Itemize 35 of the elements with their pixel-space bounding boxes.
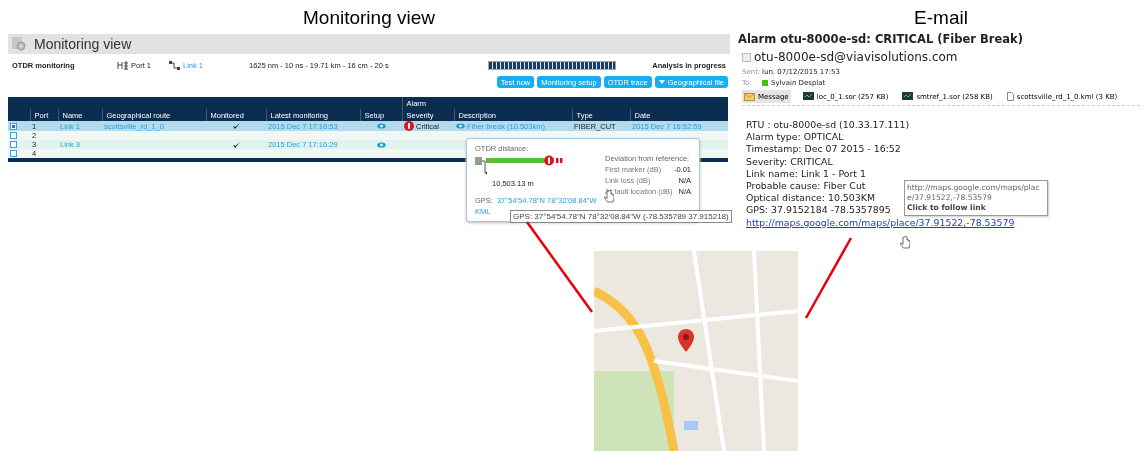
- monitor-icon: [802, 92, 814, 101]
- row-checkbox[interactable]: [10, 132, 17, 139]
- body-line: Probable cause: Fiber Cut: [746, 180, 866, 193]
- sender-address: otu-8000e-sd@viavisolutions.com: [754, 50, 958, 64]
- body-line: Optical distance: 10.503KM: [746, 192, 875, 205]
- body-line: Severity: CRITICAL: [746, 155, 833, 168]
- row-checkbox[interactable]: [10, 141, 17, 148]
- body-line: Alarm type: OPTICAL: [746, 131, 844, 144]
- section-heading: E-mail: [913, 6, 969, 30]
- presence-icon: [762, 79, 768, 86]
- eye-icon[interactable]: [376, 141, 386, 148]
- monitor-icon: [902, 92, 914, 101]
- tooltip: GPS: 37°54'54.78"N 78°32'08.84"W (-78.535789 37.915218): [510, 210, 732, 223]
- eye-icon[interactable]: [376, 123, 386, 129]
- section-heading: Monitoring view: [302, 6, 436, 30]
- hand-cursor-icon: [900, 236, 910, 249]
- map-link[interactable]: http://maps.google.com/maps/place/37.91522,-78.53579: [746, 216, 1015, 228]
- gear-icon: [12, 37, 26, 51]
- critical-icon: [404, 121, 414, 131]
- row-checkbox[interactable]: [10, 150, 17, 157]
- body-line: GPS: 37.9152184 -78.5357895: [746, 204, 891, 217]
- document-icon: [1006, 92, 1014, 101]
- sender-icon: [742, 52, 751, 62]
- caret-icon: [658, 80, 665, 84]
- body-line: Link name: Link 1 - Port 1: [746, 167, 866, 180]
- view-title: Monitoring view: [34, 36, 132, 52]
- body-line: Timestamp: Dec 07 2015 - 16:52: [746, 143, 901, 156]
- envelope-icon: [744, 92, 755, 101]
- eye-icon[interactable]: [456, 123, 465, 129]
- email-subject: Alarm otu-8000e-sd: CRITICAL (Fiber Break): [738, 32, 1024, 46]
- link-icon: [169, 60, 180, 70]
- hand-cursor-icon: [604, 190, 614, 203]
- port-icon: [117, 60, 128, 70]
- body-line: RTU : otu-8000e-sd (10.33.17.111): [746, 119, 910, 132]
- row-checkbox[interactable]: [10, 122, 17, 130]
